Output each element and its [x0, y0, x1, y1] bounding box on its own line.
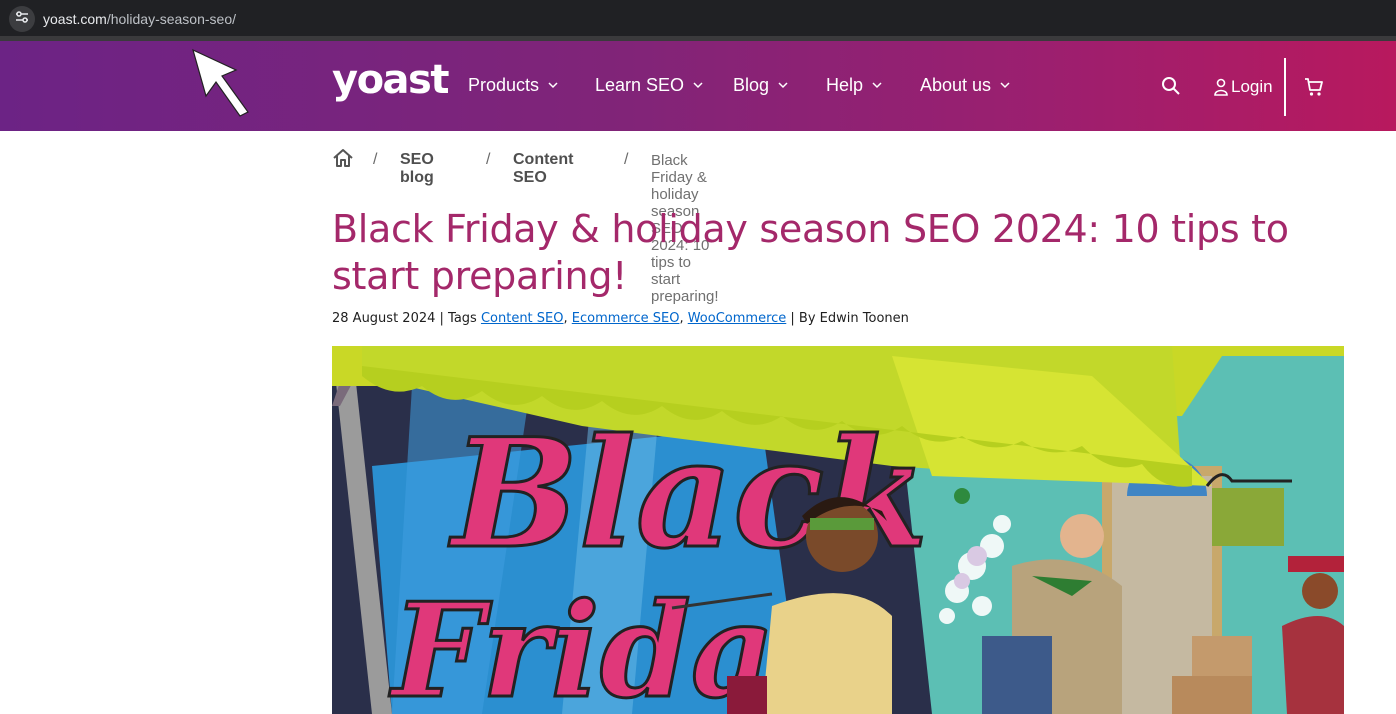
breadcrumb-separator: /	[486, 151, 491, 168]
url-domain: yoast.com	[43, 11, 107, 27]
login-label: Login	[1231, 77, 1273, 96]
home-icon[interactable]	[332, 148, 354, 173]
tag-link-ecommerce-seo[interactable]: Ecommerce SEO	[572, 311, 680, 326]
tune-icon	[15, 10, 29, 29]
tag-separator: ,	[679, 311, 688, 326]
article-meta: 28 August 2024 | Tags Content SEO, Ecomm…	[332, 311, 909, 326]
article-title: Black Friday & holiday season SEO 2024: …	[332, 207, 1289, 298]
tag-link-woocommerce[interactable]: WooCommerce	[688, 311, 787, 326]
chevron-down-icon	[778, 82, 788, 89]
login-link[interactable]: Login	[1214, 77, 1273, 97]
breadcrumb-seo-blog[interactable]: SEO blog	[400, 151, 434, 187]
user-icon	[1214, 78, 1228, 96]
yoast-logo[interactable]: yoast	[332, 57, 449, 103]
breadcrumb-separator: /	[624, 151, 629, 168]
chevron-down-icon	[1000, 82, 1010, 89]
nav-label: About us	[920, 75, 992, 95]
search-button[interactable]	[1161, 76, 1181, 101]
nav-label: Blog	[733, 75, 770, 95]
breadcrumb-separator: /	[373, 151, 378, 168]
search-icon	[1161, 77, 1181, 100]
article-date: 28 August 2024	[332, 311, 436, 326]
nav-label: Learn SEO	[595, 75, 685, 95]
nav-about-us[interactable]: About us	[920, 75, 1010, 96]
nav-label: Products	[468, 75, 540, 95]
nav-label: Help	[826, 75, 864, 95]
tag-separator: ,	[563, 311, 572, 326]
nav-products[interactable]: Products	[468, 75, 558, 96]
by-prefix: | By	[786, 311, 820, 326]
chevron-down-icon	[693, 82, 703, 89]
url-field[interactable]: yoast.com/holiday-season-seo/	[43, 11, 236, 27]
chevron-down-icon	[872, 82, 882, 89]
tags-prefix: | Tags	[435, 311, 481, 326]
nav-blog[interactable]: Blog	[733, 75, 788, 96]
browser-address-bar: yoast.com/holiday-season-seo/	[0, 0, 1396, 38]
site-info-button[interactable]	[9, 6, 35, 32]
nav-help[interactable]: Help	[826, 75, 882, 96]
hero-image: Black Friday	[332, 346, 1344, 714]
nav-learn-seo[interactable]: Learn SEO	[595, 75, 703, 96]
cart-icon	[1304, 78, 1324, 101]
mouse-cursor-icon	[190, 46, 252, 123]
url-path: /holiday-season-seo/	[106, 11, 236, 27]
chevron-down-icon	[548, 82, 558, 89]
breadcrumb-content-seo[interactable]: Content SEO	[513, 151, 573, 187]
tag-link-content-seo[interactable]: Content SEO	[481, 311, 564, 326]
header-divider	[1284, 58, 1286, 116]
article-author: Edwin Toonen	[819, 311, 909, 326]
cart-button[interactable]	[1304, 77, 1324, 102]
